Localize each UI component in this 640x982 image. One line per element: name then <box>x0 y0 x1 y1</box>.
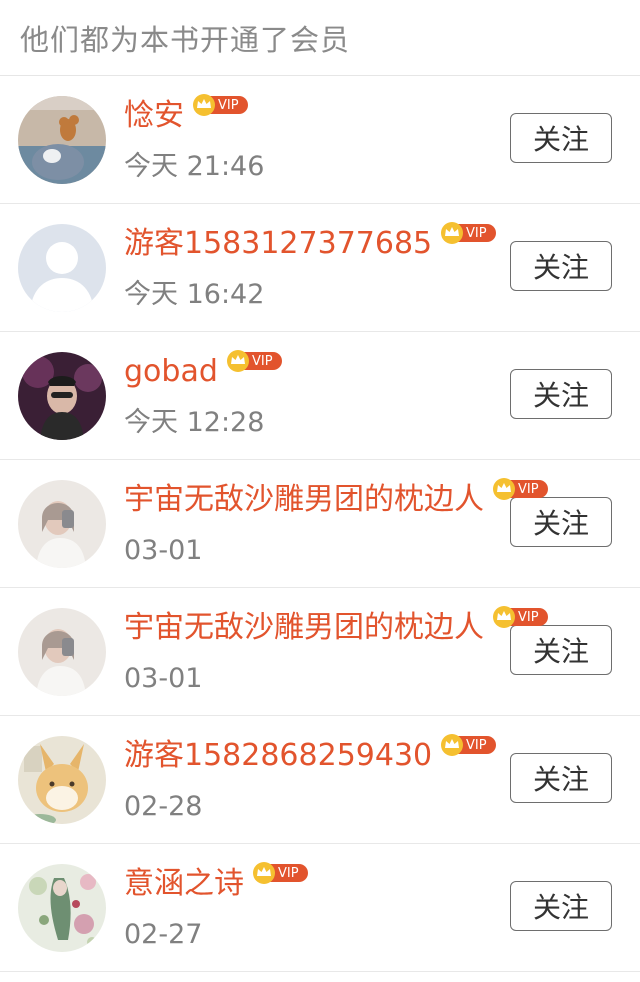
list-item[interactable]: 宇宙无敌沙雕男团的枕边人 03-01 关注 VIP <box>0 460 640 588</box>
avatar[interactable] <box>18 224 106 312</box>
follow-button[interactable]: 关注 <box>510 241 612 291</box>
vip-badge: VIP <box>226 350 284 372</box>
member-time: 03-01 <box>124 663 203 694</box>
cartoon-cat-mouse-icon <box>18 96 106 184</box>
vip-label: VIP <box>518 482 539 497</box>
vip-badge: VIP <box>252 862 310 884</box>
vip-label: VIP <box>466 226 487 241</box>
username[interactable]: 惗安 <box>124 96 184 136</box>
avatar[interactable] <box>18 864 106 952</box>
avatar[interactable] <box>18 352 106 440</box>
list-item[interactable]: 游客1582868259430 02-28 关注 VIP <box>0 716 640 844</box>
list-item[interactable]: 游客1583127377685 今天 16:42 关注 VIP <box>0 204 640 332</box>
selfie-avatar-icon <box>18 608 106 696</box>
username[interactable]: 游客1582868259430 <box>124 736 432 776</box>
avatar[interactable] <box>18 608 106 696</box>
member-time: 03-01 <box>124 535 203 566</box>
vip-badge: VIP <box>492 478 550 500</box>
username[interactable]: 宇宙无敌沙雕男团的枕边人 <box>124 608 484 648</box>
member-time: 今天 12:28 <box>124 407 265 438</box>
username[interactable]: 宇宙无敌沙雕男团的枕边人 <box>124 480 484 520</box>
list-item[interactable]: gobad 今天 12:28 关注 VIP <box>0 332 640 460</box>
member-list: 惗安 今天 21:46 关注 VIP 游客1583127377685 今天 16… <box>0 76 640 972</box>
follow-button[interactable]: 关注 <box>510 625 612 675</box>
page-title: 他们都为本书开通了会员 <box>20 22 351 57</box>
member-time: 02-27 <box>124 919 203 950</box>
default-user-icon <box>18 224 106 312</box>
vip-badge: VIP <box>440 222 498 244</box>
list-item[interactable]: 意涵之诗 02-27 关注 VIP <box>0 844 640 972</box>
list-item[interactable]: 惗安 今天 21:46 关注 VIP <box>0 76 640 204</box>
avatar[interactable] <box>18 480 106 568</box>
avatar[interactable] <box>18 96 106 184</box>
vip-label: VIP <box>252 354 273 369</box>
photo-avatar-icon <box>18 352 106 440</box>
cartoon-rabbit-icon <box>18 736 106 824</box>
avatar[interactable] <box>18 736 106 824</box>
vip-badge: VIP <box>192 94 250 116</box>
follow-button[interactable]: 关注 <box>510 881 612 931</box>
follow-button[interactable]: 关注 <box>510 497 612 547</box>
username[interactable]: 意涵之诗 <box>124 864 244 904</box>
follow-button[interactable]: 关注 <box>510 113 612 163</box>
floral-art-icon <box>18 864 106 952</box>
member-time: 今天 16:42 <box>124 279 265 310</box>
selfie-avatar-icon <box>18 480 106 568</box>
vip-label: VIP <box>218 98 239 113</box>
member-time: 今天 21:46 <box>124 151 265 182</box>
vip-badge: VIP <box>492 606 550 628</box>
list-item[interactable]: 宇宙无敌沙雕男团的枕边人 03-01 关注 VIP <box>0 588 640 716</box>
member-time: 02-28 <box>124 791 203 822</box>
follow-button[interactable]: 关注 <box>510 369 612 419</box>
username[interactable]: gobad <box>124 352 218 392</box>
page-header: 他们都为本书开通了会员 <box>0 0 640 76</box>
vip-badge: VIP <box>440 734 498 756</box>
vip-label: VIP <box>466 738 487 753</box>
vip-label: VIP <box>518 610 539 625</box>
username[interactable]: 游客1583127377685 <box>124 224 432 264</box>
follow-button[interactable]: 关注 <box>510 753 612 803</box>
vip-label: VIP <box>278 866 299 881</box>
